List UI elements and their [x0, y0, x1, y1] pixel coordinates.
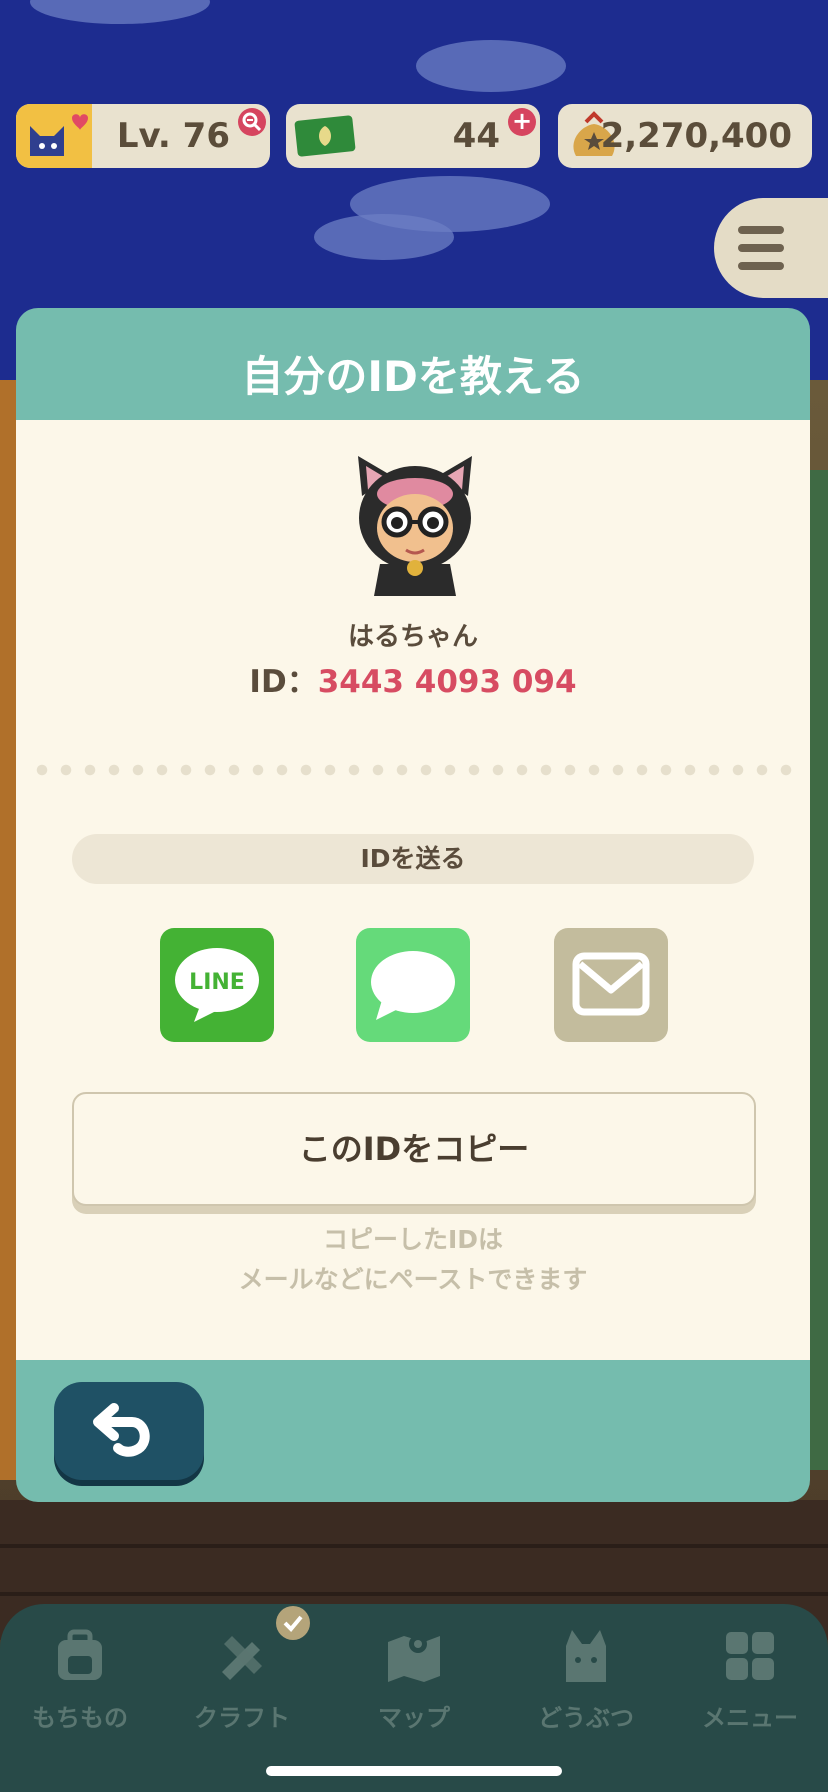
nav-item-craft[interactable]: クラフト [172, 1606, 312, 1732]
copy-hint-line2: メールなどにペーストできます [238, 1265, 588, 1294]
player-id-number[interactable]: 3443 4093 094 [318, 664, 577, 700]
nav-label-menu: メニュー [702, 1704, 798, 1732]
share-message-button[interactable] [356, 928, 470, 1042]
nav-label-craft: クラフト [194, 1704, 290, 1732]
bottom-navigation: もちもの クラフト マップ どうぶつ メニュー [0, 1604, 828, 1792]
cloud [30, 0, 210, 24]
send-id-section-label: IDを送る [72, 834, 754, 884]
cloud [416, 40, 566, 92]
copy-hint: コピーしたIDは メールなどにペーストできます [16, 1220, 810, 1300]
nav-item-inventory[interactable]: もちもの [10, 1620, 150, 1732]
nav-item-menu[interactable]: メニュー [680, 1620, 820, 1732]
share-id-dialog: 自分のIDを教える はるちゃん ID：3443 4093 094 IDを送る L… [16, 308, 810, 1502]
player-avatar [352, 456, 478, 596]
line-logo-text: LINE [189, 970, 245, 995]
share-line-button[interactable]: LINE [160, 928, 274, 1042]
dialog-body: はるちゃん ID：3443 4093 094 IDを送る LINE このIDをコ… [16, 420, 810, 1360]
share-mail-button[interactable] [554, 928, 668, 1042]
hamburger-menu-button[interactable] [714, 198, 828, 298]
leaf-ticket-display[interactable]: 44 + [286, 104, 540, 168]
bag-icon [58, 1629, 102, 1680]
leaf-ticket-count: 44 [452, 116, 500, 156]
nav-label-inventory: もちもの [32, 1704, 128, 1732]
mail-icon [572, 952, 650, 1016]
copy-hint-line1: コピーしたIDは [322, 1225, 504, 1254]
check-icon [276, 1606, 310, 1640]
back-button[interactable] [54, 1382, 204, 1480]
cloud [314, 214, 454, 260]
nav-item-map[interactable]: マップ [344, 1620, 484, 1732]
bells-count: 2,270,400 [600, 116, 792, 156]
bells-display: 2,270,400 [558, 104, 812, 168]
level-text: Lv. 76 [116, 116, 230, 156]
player-name: はるちゃん [347, 622, 478, 652]
plus-icon[interactable]: + [508, 108, 536, 136]
copy-id-button[interactable]: このIDをコピー [72, 1092, 756, 1206]
map-icon [388, 1635, 440, 1682]
level-display[interactable]: Lv. 76 [16, 104, 270, 168]
zoom-icon[interactable] [238, 108, 266, 136]
cat-heart-icon [16, 104, 92, 168]
nav-item-animals[interactable]: どうぶつ [516, 1620, 656, 1732]
line-icon: LINE [175, 948, 259, 1022]
message-icon [371, 951, 455, 1020]
animals-icon [566, 1630, 606, 1682]
craft-icon [222, 1636, 262, 1680]
nav-label-map: マップ [378, 1704, 450, 1732]
leaf-ticket-icon [294, 114, 356, 162]
home-indicator[interactable] [266, 1766, 562, 1776]
player-id: ID：3443 4093 094 [16, 656, 810, 701]
dotted-divider [30, 764, 796, 776]
player-id-prefix: ID： [249, 664, 318, 700]
menu-grid-icon [726, 1632, 774, 1680]
back-arrow-icon [93, 1403, 150, 1457]
dialog-title: 自分のIDを教える [241, 352, 585, 401]
nav-label-animals: どうぶつ [538, 1704, 634, 1732]
